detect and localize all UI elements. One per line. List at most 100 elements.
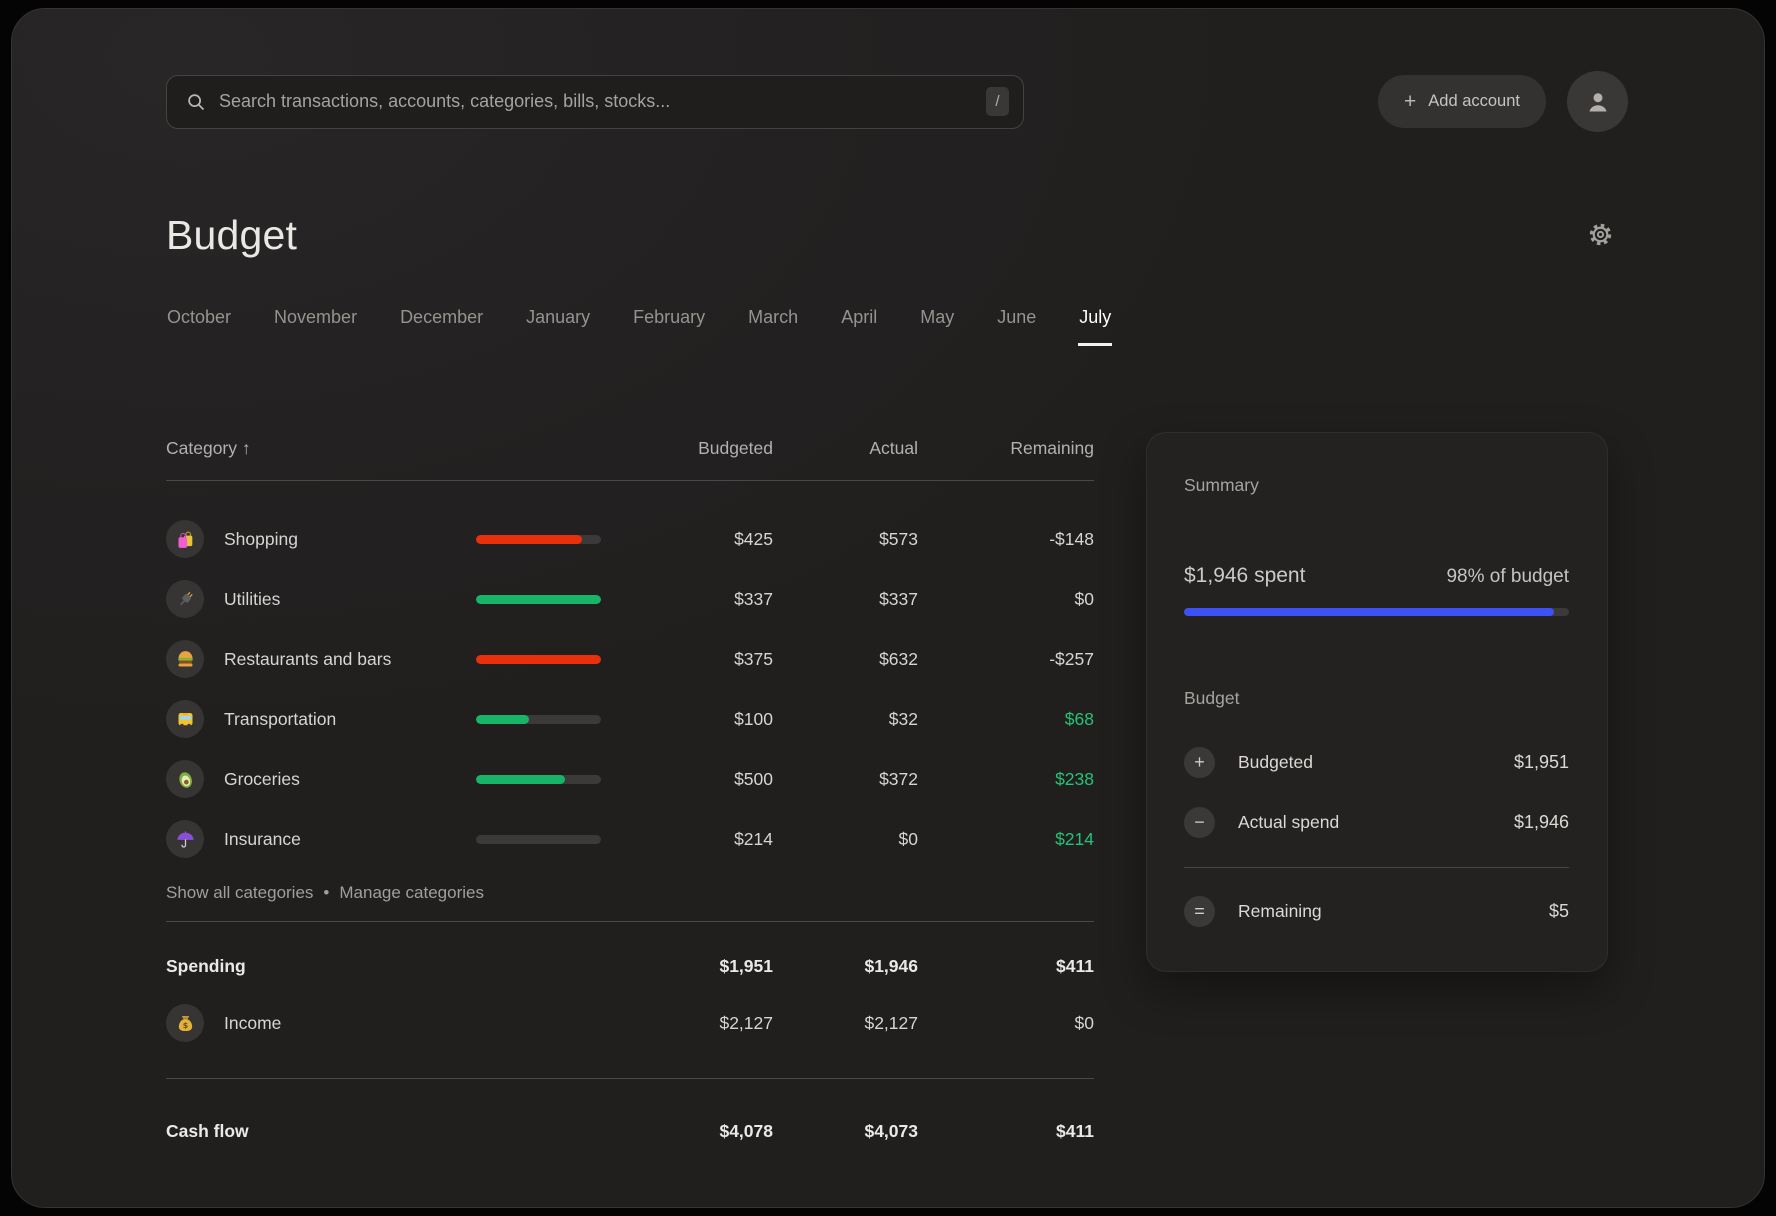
gear-icon — [1587, 221, 1614, 248]
tab-july[interactable]: July — [1078, 307, 1112, 346]
header-divider — [166, 480, 1094, 481]
budget-progress-fill — [476, 595, 601, 604]
column-header-actual[interactable]: Actual — [773, 438, 918, 459]
budgeted-value[interactable]: $337 — [601, 589, 773, 610]
category-row-transportation[interactable]: Transportation $100 $32 $68 — [166, 689, 1094, 749]
actual-value: $573 — [773, 529, 918, 550]
tab-november[interactable]: November — [273, 307, 358, 346]
budget-progress-bar — [476, 535, 601, 544]
cashflow-actual: $4,073 — [773, 1121, 918, 1142]
budgeted-value[interactable]: $375 — [601, 649, 773, 670]
tab-april[interactable]: April — [840, 307, 878, 346]
category-row-shopping[interactable]: Shopping $425 $573 -$148 — [166, 509, 1094, 569]
search-icon — [185, 91, 207, 113]
budget-subtitle: Budget — [1184, 688, 1569, 709]
budget-progress-bar — [476, 775, 601, 784]
sort-arrow-icon: ↑ — [242, 438, 251, 458]
summary-progress-fill — [1184, 608, 1554, 616]
category-icon — [175, 769, 196, 790]
category-row-restaurants-and-bars[interactable]: Restaurants and bars $375 $632 -$257 — [166, 629, 1094, 689]
remaining-value: -$148 — [918, 529, 1094, 550]
column-header-category[interactable]: Category ↑ — [166, 438, 476, 459]
percent-of-budget: 98% of budget — [1446, 566, 1569, 588]
remaining-value: $0 — [918, 589, 1094, 610]
money-bag-icon — [175, 1013, 196, 1034]
category-icon — [175, 709, 196, 730]
category-icon — [175, 529, 196, 550]
plus-icon: + — [1404, 91, 1416, 112]
spending-total-row: Spending $1,951 $1,946 $411 — [166, 938, 1094, 994]
section-divider — [166, 921, 1094, 922]
links-separator: • — [323, 883, 329, 903]
search-input[interactable] — [219, 91, 986, 112]
cashflow-budgeted: $4,078 — [601, 1121, 773, 1142]
person-icon — [1583, 87, 1613, 117]
cashflow-label: Cash flow — [166, 1121, 476, 1142]
budgeted-value[interactable]: $214 — [601, 829, 773, 850]
actual-spend-summary-label: Actual spend — [1238, 812, 1339, 833]
budget-table: Category ↑ Budgeted Actual Remaining Sho… — [166, 438, 1094, 1157]
budgeted-value[interactable]: $500 — [601, 769, 773, 790]
tab-march[interactable]: March — [747, 307, 799, 346]
remaining-value: $68 — [918, 709, 1094, 730]
remaining-value: $214 — [918, 829, 1094, 850]
remaining-summary-row: = Remaining $5 — [1184, 896, 1569, 927]
search-bar[interactable]: / — [166, 75, 1024, 129]
cashflow-remaining: $411 — [918, 1121, 1094, 1142]
search-shortcut-key: / — [986, 87, 1009, 116]
income-actual: $2,127 — [773, 1013, 918, 1034]
budget-progress-fill — [476, 535, 582, 544]
budget-progress-bar — [476, 655, 601, 664]
category-label: Groceries — [224, 769, 300, 790]
income-budgeted[interactable]: $2,127 — [601, 1013, 773, 1034]
actual-value: $32 — [773, 709, 918, 730]
page-title: Budget — [166, 212, 297, 259]
column-header-budgeted[interactable]: Budgeted — [601, 438, 773, 459]
category-row-utilities[interactable]: Utilities $337 $337 $0 — [166, 569, 1094, 629]
column-header-remaining[interactable]: Remaining — [918, 438, 1094, 459]
income-label: Income — [224, 1013, 281, 1034]
category-icon-circle — [166, 760, 204, 798]
category-row-insurance[interactable]: Insurance $214 $0 $214 — [166, 809, 1094, 869]
summary-title: Summary — [1184, 475, 1569, 496]
manage-categories-link[interactable]: Manage categories — [339, 883, 484, 903]
tab-december[interactable]: December — [399, 307, 484, 346]
actual-value: $632 — [773, 649, 918, 670]
spending-budgeted: $1,951 — [601, 956, 773, 977]
cashflow-divider — [166, 1078, 1094, 1079]
tab-january[interactable]: January — [525, 307, 591, 346]
budget-progress-fill — [476, 655, 601, 664]
tab-may[interactable]: May — [919, 307, 955, 346]
summary-card: Summary $1,946 spent 98% of budget Budge… — [1146, 432, 1608, 972]
budgeted-summary-value: $1,951 — [1514, 752, 1569, 773]
tab-february[interactable]: February — [632, 307, 706, 346]
budget-settings-button[interactable] — [1587, 221, 1614, 251]
remaining-summary-value: $5 — [1549, 901, 1569, 922]
tab-october[interactable]: October — [166, 307, 232, 346]
spending-actual: $1,946 — [773, 956, 918, 977]
remaining-value: $238 — [918, 769, 1094, 790]
actual-value: $0 — [773, 829, 918, 850]
plus-circle-icon: + — [1184, 747, 1215, 778]
category-row-groceries[interactable]: Groceries $500 $372 $238 — [166, 749, 1094, 809]
tab-june[interactable]: June — [996, 307, 1037, 346]
spent-amount: $1,946 spent — [1184, 564, 1305, 588]
month-tabs: October November December January February Ma… — [166, 307, 1628, 346]
category-rows: Shopping $425 $573 -$148 Utilities $337 … — [166, 509, 1094, 869]
category-icon-circle — [166, 640, 204, 678]
spending-label: Spending — [166, 956, 476, 977]
show-all-categories-link[interactable]: Show all categories — [166, 883, 313, 903]
summary-progress-bar — [1184, 608, 1569, 616]
user-avatar[interactable] — [1567, 71, 1628, 132]
add-account-label: Add account — [1428, 92, 1520, 111]
category-label: Transportation — [224, 709, 336, 730]
budgeted-value[interactable]: $100 — [601, 709, 773, 730]
spending-remaining: $411 — [918, 956, 1094, 977]
add-account-button[interactable]: + Add account — [1378, 75, 1546, 128]
budgeted-value[interactable]: $425 — [601, 529, 773, 550]
category-icon-circle — [166, 520, 204, 558]
actual-spend-summary-value: $1,946 — [1514, 812, 1569, 833]
topbar: / + Add account — [166, 71, 1628, 132]
income-icon-circle — [166, 1004, 204, 1042]
income-row[interactable]: Income $2,127 $2,127 $0 — [166, 994, 1094, 1052]
